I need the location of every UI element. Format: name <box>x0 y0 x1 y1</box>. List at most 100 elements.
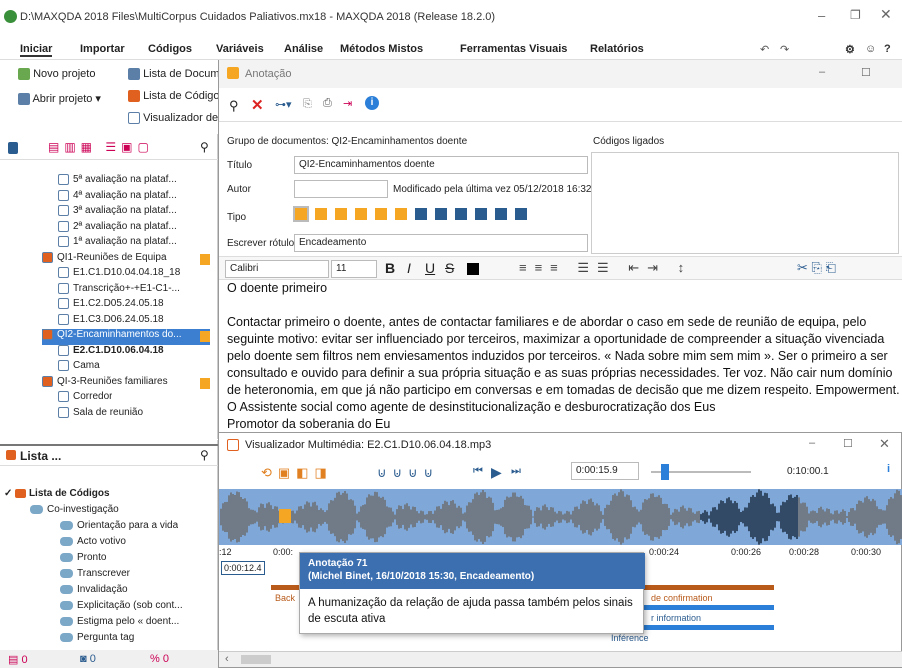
font-select[interactable]: Calibri <box>225 260 329 278</box>
delete-icon[interactable]: ✕ <box>251 96 264 114</box>
memo-type-icon[interactable] <box>395 208 407 220</box>
memo-icon[interactable] <box>200 331 210 342</box>
open-project-button[interactable]: Abrir projeto ▾ <box>18 92 101 106</box>
code-tools-icons[interactable]: ⟲▣◧◨ <box>261 465 333 481</box>
position-slider[interactable] <box>651 464 751 480</box>
memo-type-icon[interactable] <box>455 208 467 220</box>
cut-icon[interactable]: ✂ ⎘ ⎗ <box>797 260 836 276</box>
scroll-thumb[interactable] <box>241 655 271 664</box>
code-tree-row[interactable]: Invalidação <box>60 584 128 600</box>
info-icon[interactable]: i <box>365 96 379 110</box>
restore-icon[interactable]: ❐ <box>850 8 861 22</box>
redo-icon[interactable]: ↷ <box>780 43 789 56</box>
maximize-icon[interactable]: ☐ <box>843 437 853 450</box>
search-icon[interactable]: ⚲ <box>200 448 209 462</box>
h-scrollbar[interactable]: ‹ <box>219 651 902 667</box>
tab-relatorios[interactable]: Relatórios <box>590 43 644 55</box>
tab-codigos[interactable]: Códigos <box>148 43 192 55</box>
bold-icon[interactable]: B <box>385 260 395 276</box>
annotation-text[interactable]: O doente primeiro Contactar primeiro o d… <box>227 280 902 431</box>
doc-tree-row[interactable]: 2ª avaliação na plataf... <box>58 220 177 237</box>
code-root[interactable]: ✓ Lista de Códigos <box>4 488 110 504</box>
waveform[interactable] <box>219 489 902 545</box>
code-tree-row[interactable]: Pronto <box>60 552 106 568</box>
strike-icon[interactable]: S <box>445 260 454 276</box>
memo-type-icon[interactable] <box>495 208 507 220</box>
doc-tree-row[interactable]: 5ª avaliação na plataf... <box>58 174 177 190</box>
doc-tree-row[interactable]: E1.C2.D05.24.05.18 <box>58 298 164 314</box>
doc-list-button[interactable]: Lista de Docum <box>128 68 220 81</box>
time-input[interactable]: 0:00:15.9 <box>571 462 639 480</box>
memo-type-icon[interactable] <box>335 208 347 220</box>
link-icon[interactable]: ⊶▾ <box>275 98 292 111</box>
tab-ferramentas-visuais[interactable]: Ferramentas Visuais <box>460 43 567 55</box>
export-icon[interactable]: ⇥ <box>343 97 352 110</box>
toolbar-icons[interactable]: ▤▥▦ ☰▣▢ <box>48 140 154 154</box>
doc-tree-row[interactable]: QI2-Encaminhamentos do... <box>42 329 210 345</box>
marker-icons[interactable]: ⊍⊍⊍⊍ <box>377 465 439 481</box>
memo-type-icon[interactable] <box>435 208 447 220</box>
maximize-icon[interactable]: ☐ <box>861 66 871 79</box>
tab-analise[interactable]: Análise <box>284 43 323 55</box>
size-select[interactable]: 11 <box>331 260 377 278</box>
search-icon[interactable]: ⚲ <box>229 98 239 114</box>
memo-type-icon[interactable] <box>293 206 309 222</box>
memo-icon[interactable] <box>200 253 210 265</box>
segment-bar-2[interactable] <box>644 605 774 610</box>
minimize-icon[interactable]: – <box>818 8 825 23</box>
align-icons[interactable]: ≡≡≡ ☰☰ ⇤⇥ ↕ <box>519 260 692 276</box>
print-icon[interactable]: ⎙ <box>323 97 332 110</box>
underline-icon[interactable]: U <box>425 260 435 276</box>
color-icon[interactable] <box>467 263 479 275</box>
code-tree-row[interactable]: Acto votivo <box>60 536 126 552</box>
undo-icon[interactable]: ↶ <box>760 43 769 56</box>
doc-tree-row[interactable]: 3ª avaliação na plataf... <box>58 205 177 221</box>
author-input[interactable] <box>294 180 388 198</box>
code-tree-row[interactable]: Transcrever <box>60 568 130 584</box>
code-tree-row[interactable]: Orientação para a vida <box>60 520 178 536</box>
close-icon[interactable]: ✕ <box>880 6 892 23</box>
info-icon[interactable]: i <box>887 463 890 475</box>
doc-tree-row[interactable]: E2.C1.D10.06.04.18 <box>58 344 164 361</box>
copy-icon[interactable]: ⎘ <box>303 98 312 111</box>
doc-tree-row[interactable]: Sala de reunião <box>58 406 143 423</box>
doc-tree-row[interactable]: E1.C3.D06.24.05.18 <box>58 313 164 330</box>
doc-tree-row[interactable]: Transcrição+-+E1-C1-... <box>58 282 180 299</box>
memo-type-icon[interactable] <box>415 208 427 220</box>
search-icon[interactable]: ⚲ <box>200 140 209 154</box>
linked-codes-box[interactable] <box>591 152 899 254</box>
code-tree-row[interactable]: Pergunta tag <box>60 632 134 648</box>
code-tree-row[interactable]: Explicitação (sob cont... <box>60 600 183 616</box>
slider-handle[interactable] <box>661 464 669 480</box>
memo-type-icon[interactable] <box>355 208 367 220</box>
doc-tree-row[interactable]: E1.C1.D10.04.04.18_18 <box>58 267 180 283</box>
doc-tree-row[interactable]: 1ª avaliação na plataf... <box>58 236 177 252</box>
segment-bar-1[interactable] <box>644 585 774 590</box>
memo-type-icon[interactable] <box>375 208 387 220</box>
smiley-icon[interactable]: ☺ <box>865 43 876 55</box>
tab-metodos-mistos[interactable]: Métodos Mistos <box>340 43 423 55</box>
code-tree-row[interactable]: Co-investigação <box>30 504 119 520</box>
memo-type-icon[interactable] <box>475 208 487 220</box>
prev-icon[interactable]: ⏮ <box>473 465 483 478</box>
title-input[interactable]: QI2-Encaminhamentos doente <box>294 156 588 174</box>
memo-type-icon[interactable] <box>515 208 527 220</box>
write-input[interactable]: Encadeamento <box>294 234 588 252</box>
doc-tree-row[interactable]: QI-3-Reuniões familiares <box>42 375 168 392</box>
minimize-icon[interactable]: – <box>819 66 825 78</box>
tab-importar[interactable]: Importar <box>80 43 125 55</box>
code-tree-row[interactable]: Estigma pelo « doent... <box>60 616 179 632</box>
memo-icon[interactable] <box>200 377 210 389</box>
italic-icon[interactable]: I <box>407 260 411 276</box>
help-icon[interactable]: ? <box>884 43 891 55</box>
doc-tree-row[interactable]: Cama <box>58 360 100 376</box>
doc-tree-row[interactable]: Corredor <box>58 391 112 407</box>
minimize-icon[interactable]: – <box>809 437 815 449</box>
play-icon[interactable]: ▶ <box>491 464 502 481</box>
tab-iniciar[interactable]: Iniciar <box>20 43 53 57</box>
tab-variaveis[interactable]: Variáveis <box>216 43 264 55</box>
settings-icon[interactable]: ⚙ <box>845 43 855 56</box>
doc-tree-row[interactable]: 4ª avaliação na plataf... <box>58 189 177 206</box>
close-icon[interactable]: ✕ <box>879 436 890 452</box>
segment-back[interactable] <box>271 585 301 590</box>
